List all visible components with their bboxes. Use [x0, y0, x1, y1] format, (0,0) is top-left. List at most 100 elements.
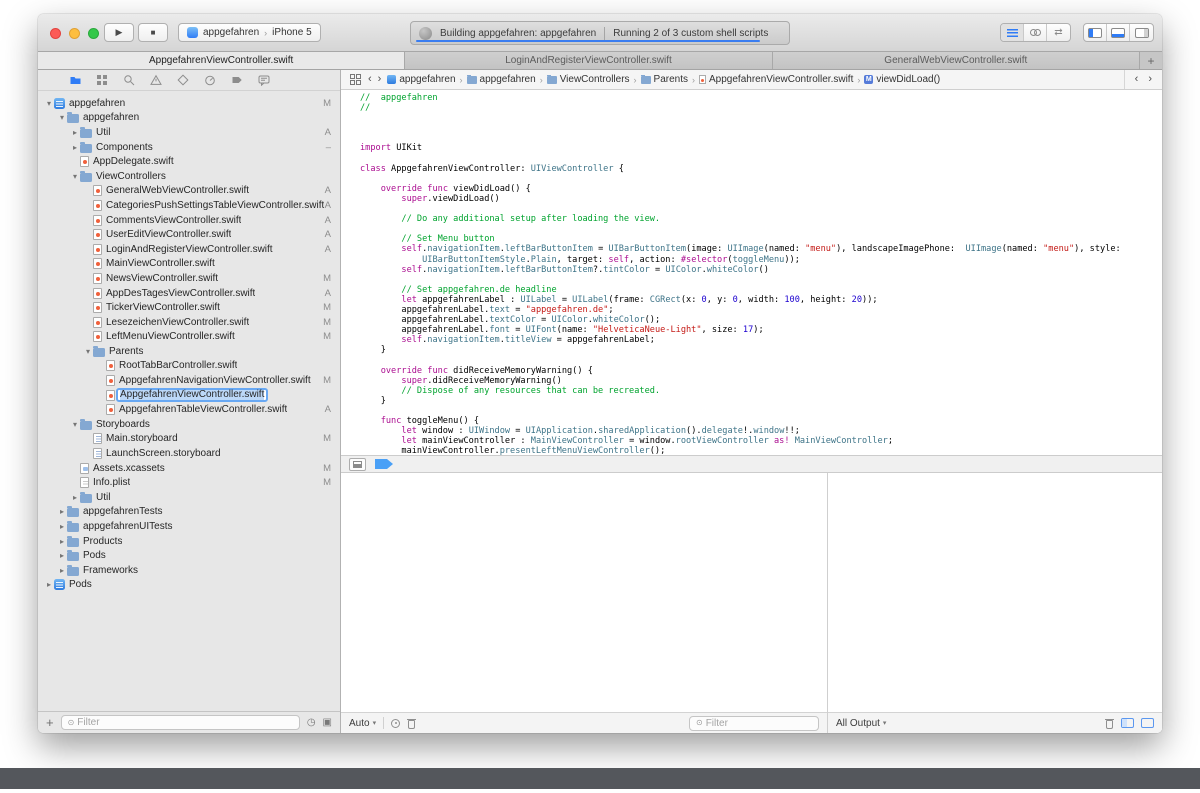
breakpoint-navigator-icon[interactable]	[230, 73, 244, 87]
file-tree-row[interactable]: Assets.xcassetsM	[38, 461, 340, 476]
zoom-button[interactable]	[88, 28, 99, 39]
new-tab-button[interactable]: +	[1140, 52, 1162, 69]
file-tree-row[interactable]: ▸Pods	[38, 548, 340, 563]
file-tree-row[interactable]: ▸appgefahrenUITests	[38, 519, 340, 534]
test-navigator-icon[interactable]	[176, 73, 190, 87]
breadcrumb-item[interactable]: ViewControllers	[547, 74, 630, 85]
file-tree-row[interactable]: ▾Parents	[38, 344, 340, 359]
file-tree-row[interactable]: ▸Util	[38, 490, 340, 505]
next-counterpart-button[interactable]: ›	[1148, 74, 1152, 85]
console-toggle-icon[interactable]	[1141, 718, 1154, 728]
file-tree-row[interactable]: ▸Pods	[38, 578, 340, 593]
file-tree-row[interactable]: Info.plistM	[38, 475, 340, 490]
disclosure-triangle[interactable]: ▾	[57, 113, 67, 122]
file-tree-row[interactable]: MainViewController.swift	[38, 257, 340, 272]
editor-tab[interactable]: AppgefahrenViewController.swift	[38, 52, 405, 69]
minimize-button[interactable]	[69, 28, 80, 39]
file-tree-row[interactable]: ▸UtilA	[38, 125, 340, 140]
debug-navigator-icon[interactable]	[203, 73, 217, 87]
related-items-icon[interactable]	[348, 73, 362, 87]
disclosure-triangle[interactable]: ▸	[70, 128, 80, 137]
run-button[interactable]: ▶	[104, 23, 134, 42]
disclosure-triangle[interactable]: ▸	[57, 537, 67, 546]
variables-toggle-icon[interactable]	[1121, 718, 1134, 728]
console-scope-popup[interactable]: All Output ▾	[836, 718, 886, 729]
navigator-filter-field[interactable]: ⊙	[61, 715, 300, 730]
disclosure-triangle[interactable]: ▸	[70, 493, 80, 502]
report-navigator-icon[interactable]	[257, 73, 271, 87]
forward-button[interactable]: ›	[378, 74, 382, 85]
breakpoint-arrow-icon[interactable]	[375, 459, 393, 469]
variables-view[interactable]	[341, 473, 827, 712]
issue-navigator-icon[interactable]	[149, 73, 163, 87]
file-tree-row[interactable]: ▸Frameworks	[38, 563, 340, 578]
project-navigator-icon[interactable]	[68, 73, 82, 87]
disclosure-triangle[interactable]: ▾	[70, 172, 80, 181]
file-tree-row[interactable]: AppgefahrenViewController.swift	[38, 388, 340, 403]
hide-debug-area-button[interactable]	[349, 458, 366, 471]
previous-counterpart-button[interactable]: ‹	[1135, 74, 1139, 85]
file-tree-row[interactable]: AppDelegate.swift	[38, 154, 340, 169]
breadcrumb-item[interactable]: AppgefahrenViewController.swift	[699, 74, 853, 85]
file-tree-row[interactable]: AppDesTagesViewController.swiftA	[38, 286, 340, 301]
breadcrumb-item[interactable]: appgefahren	[467, 74, 536, 85]
disclosure-triangle[interactable]: ▾	[70, 420, 80, 429]
toggle-debug-area-button[interactable]	[1107, 24, 1130, 41]
file-tree-row[interactable]: ▾appgefahrenM	[38, 96, 340, 111]
file-tree-row[interactable]: GeneralWebViewController.swiftA	[38, 184, 340, 199]
file-tree-row[interactable]: UserEditViewController.swiftA	[38, 227, 340, 242]
disclosure-triangle[interactable]: ▸	[57, 522, 67, 531]
file-tree-row[interactable]: CommentsViewController.swiftA	[38, 213, 340, 228]
eye-icon[interactable]	[391, 719, 400, 728]
disclosure-triangle[interactable]: ▸	[57, 566, 67, 575]
clear-console-icon[interactable]	[1105, 718, 1114, 729]
file-tree-row[interactable]: ▸appgefahrenTests	[38, 505, 340, 520]
file-tree-row[interactable]: LaunchScreen.storyboard	[38, 446, 340, 461]
symbol-navigator-icon[interactable]	[95, 73, 109, 87]
rename-field[interactable]: AppgefahrenViewController.swift	[116, 388, 268, 402]
close-button[interactable]	[50, 28, 61, 39]
standard-editor-button[interactable]	[1001, 24, 1024, 41]
breadcrumb-item[interactable]: MviewDidLoad()	[864, 74, 940, 85]
breadcrumb-item[interactable]: appgefahren	[387, 74, 455, 85]
navigator-filter-input[interactable]	[77, 717, 293, 728]
file-tree-row[interactable]: LesezeichenViewController.swiftM	[38, 315, 340, 330]
variables-filter-field[interactable]: ⊙	[689, 716, 819, 731]
file-tree-row[interactable]: AppgefahrenTableViewController.swiftA	[38, 402, 340, 417]
add-file-button[interactable]: +	[46, 716, 54, 729]
disclosure-triangle[interactable]: ▸	[44, 580, 54, 589]
file-tree-row[interactable]: ▾Storyboards	[38, 417, 340, 432]
editor-tab[interactable]: LoginAndRegisterViewController.swift	[405, 52, 772, 69]
file-tree-row[interactable]: ▸Components–	[38, 140, 340, 155]
file-tree-row[interactable]: AppgefahrenNavigationViewController.swif…	[38, 373, 340, 388]
disclosure-triangle[interactable]: ▸	[70, 143, 80, 152]
file-tree-row[interactable]: TickerViewController.swiftM	[38, 300, 340, 315]
file-tree-row[interactable]: RootTabBarController.swift	[38, 359, 340, 374]
file-tree-row[interactable]: LeftMenuViewController.swiftM	[38, 330, 340, 345]
disclosure-triangle[interactable]: ▾	[44, 99, 54, 108]
stop-button[interactable]: ■	[138, 23, 168, 42]
file-tree-row[interactable]: LoginAndRegisterViewController.swiftA	[38, 242, 340, 257]
file-tree-row[interactable]: ▾appgefahren	[38, 111, 340, 126]
source-control-filter-icon[interactable]: ▣	[323, 718, 332, 728]
file-tree-row[interactable]: Main.storyboardM	[38, 432, 340, 447]
editor-tab[interactable]: GeneralWebViewController.swift	[773, 52, 1140, 69]
disclosure-triangle[interactable]: ▾	[83, 347, 93, 356]
code-editor[interactable]: // appgefahren// import UIKit class Appg…	[341, 90, 1162, 455]
version-editor-button[interactable]: ⇄	[1047, 24, 1070, 41]
recent-files-filter-icon[interactable]: ◷	[307, 718, 316, 728]
toggle-navigator-button[interactable]	[1084, 24, 1107, 41]
disclosure-triangle[interactable]: ▸	[57, 551, 67, 560]
variables-scope-popup[interactable]: Auto ▾	[349, 718, 376, 729]
disclosure-triangle[interactable]: ▸	[57, 507, 67, 516]
file-tree-row[interactable]: CategoriesPushSettingsTableViewControlle…	[38, 198, 340, 213]
back-button[interactable]: ‹	[368, 74, 372, 85]
file-tree-row[interactable]: NewsViewController.swiftM	[38, 271, 340, 286]
variables-filter-input[interactable]	[706, 718, 812, 729]
find-navigator-icon[interactable]	[122, 73, 136, 87]
trash-icon[interactable]	[407, 718, 416, 729]
scheme-selector[interactable]: appgefahren › iPhone 5	[178, 23, 321, 42]
toggle-utilities-button[interactable]	[1130, 24, 1153, 41]
file-tree-row[interactable]: ▾ViewControllers	[38, 169, 340, 184]
assistant-editor-button[interactable]	[1024, 24, 1047, 41]
